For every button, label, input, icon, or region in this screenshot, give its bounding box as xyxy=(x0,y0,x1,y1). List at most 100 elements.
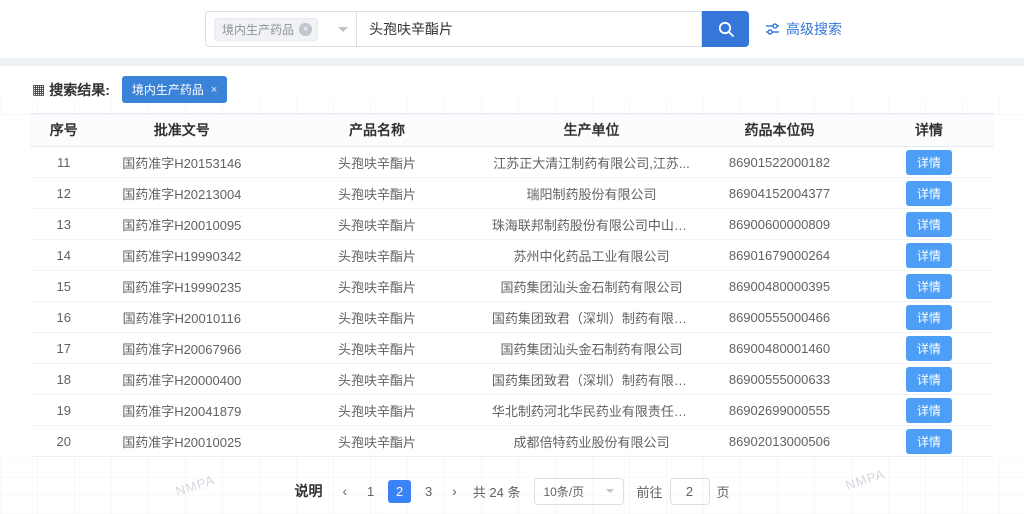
search-input[interactable] xyxy=(357,11,702,47)
detail-button[interactable]: 详情 xyxy=(906,336,952,361)
detail-button[interactable]: 详情 xyxy=(906,243,952,268)
detail-button[interactable]: 详情 xyxy=(906,367,952,392)
chevron-down-icon xyxy=(606,489,614,493)
cell-product: 头孢呋辛酯片 xyxy=(266,147,488,178)
next-page-arrow[interactable]: › xyxy=(449,483,460,499)
cell-code: 86904152004377 xyxy=(695,178,864,209)
detail-button[interactable]: 详情 xyxy=(906,181,952,206)
cell-approval: 国药准字H20041879 xyxy=(97,395,266,426)
note-label[interactable]: 说明 xyxy=(294,481,322,501)
cell-detail: 详情 xyxy=(864,364,994,395)
results-label-text: 搜索结果: xyxy=(49,80,110,100)
table-row: 15国药准字H19990235头孢呋辛酯片国药集团汕头金石制药有限公司86900… xyxy=(30,271,994,302)
column-header: 药品本位码 xyxy=(695,114,864,147)
results-table-wrap: 序号批准文号产品名称生产单位药品本位码详情 11国药准字H20153146头孢呋… xyxy=(30,113,994,457)
goto-label: 前往 xyxy=(637,482,663,501)
results-label: ▦ 搜索结果: xyxy=(32,80,110,100)
column-header: 产品名称 xyxy=(266,114,488,147)
column-header: 生产单位 xyxy=(488,114,695,147)
table-row: 20国药准字H20010025头孢呋辛酯片成都倍特药业股份有限公司8690201… xyxy=(30,426,994,457)
search-button[interactable] xyxy=(702,11,749,47)
cell-no: 13 xyxy=(30,209,97,240)
cell-no: 18 xyxy=(30,364,97,395)
cell-code: 86901679000264 xyxy=(695,240,864,271)
table-row: 19国药准字H20041879头孢呋辛酯片华北制药河北华民药业有限责任公...8… xyxy=(30,395,994,426)
cell-product: 头孢呋辛酯片 xyxy=(266,333,488,364)
cell-product: 头孢呋辛酯片 xyxy=(266,209,488,240)
search-bar: 境内生产药品 × 高级搜索 xyxy=(205,10,842,48)
advanced-search-label: 高级搜索 xyxy=(786,19,842,39)
goto-page: 前往 页 xyxy=(637,478,730,505)
pagination: 说明 ‹ 123 › 共 24 条 10条/页 前往 页 xyxy=(0,477,1024,505)
cell-no: 14 xyxy=(30,240,97,271)
cell-manufacturer: 华北制药河北华民药业有限责任公... xyxy=(488,395,695,426)
cell-code: 86902013000506 xyxy=(695,426,864,457)
page-button-2[interactable]: 2 xyxy=(388,480,411,503)
cell-manufacturer: 国药集团致君（深圳）制药有限公... xyxy=(488,302,695,333)
page-button-1[interactable]: 1 xyxy=(359,480,382,503)
filter-tag[interactable]: 境内生产药品 × xyxy=(122,76,227,103)
table-row: 12国药准字H20213004头孢呋辛酯片瑞阳制药股份有限公司869041520… xyxy=(30,178,994,209)
cell-code: 86900555000466 xyxy=(695,302,864,333)
table-header-row: 序号批准文号产品名称生产单位药品本位码详情 xyxy=(30,114,994,147)
cell-detail: 详情 xyxy=(864,271,994,302)
cell-manufacturer: 江苏正大清江制药有限公司,江苏... xyxy=(488,147,695,178)
detail-button[interactable]: 详情 xyxy=(906,274,952,299)
page-button-3[interactable]: 3 xyxy=(417,480,440,503)
sliders-icon xyxy=(765,22,780,36)
category-tag: 境内生产药品 × xyxy=(214,18,318,41)
cell-product: 头孢呋辛酯片 xyxy=(266,271,488,302)
cell-manufacturer: 珠海联邦制药股份有限公司中山分... xyxy=(488,209,695,240)
goto-page-input[interactable] xyxy=(670,478,710,505)
cell-product: 头孢呋辛酯片 xyxy=(266,364,488,395)
prev-page-arrow[interactable]: ‹ xyxy=(339,483,350,499)
cell-manufacturer: 国药集团汕头金石制药有限公司 xyxy=(488,333,695,364)
cell-code: 86900480000395 xyxy=(695,271,864,302)
page-size-value: 10条/页 xyxy=(544,483,585,500)
filter-tag-close-icon[interactable]: × xyxy=(211,84,217,96)
cell-manufacturer: 成都倍特药业股份有限公司 xyxy=(488,426,695,457)
cell-manufacturer: 苏州中化药品工业有限公司 xyxy=(488,240,695,271)
cell-no: 19 xyxy=(30,395,97,426)
column-header: 序号 xyxy=(30,114,97,147)
goto-suffix: 页 xyxy=(717,482,730,501)
cell-product: 头孢呋辛酯片 xyxy=(266,426,488,457)
cell-approval: 国药准字H20153146 xyxy=(97,147,266,178)
detail-button[interactable]: 详情 xyxy=(906,398,952,423)
cell-approval: 国药准字H19990342 xyxy=(97,240,266,271)
cell-approval: 国药准字H20000400 xyxy=(97,364,266,395)
column-header: 详情 xyxy=(864,114,994,147)
cell-code: 86900480001460 xyxy=(695,333,864,364)
total-count: 共 24 条 xyxy=(473,482,521,501)
cell-manufacturer: 瑞阳制药股份有限公司 xyxy=(488,178,695,209)
table-body: 11国药准字H20153146头孢呋辛酯片江苏正大清江制药有限公司,江苏...8… xyxy=(30,147,994,457)
cell-manufacturer: 国药集团致君（深圳）制药有限公... xyxy=(488,364,695,395)
advanced-search-link[interactable]: 高级搜索 xyxy=(765,19,842,39)
detail-button[interactable]: 详情 xyxy=(906,429,952,454)
section-divider xyxy=(0,58,1024,66)
cell-product: 头孢呋辛酯片 xyxy=(266,178,488,209)
chevron-down-icon xyxy=(338,27,348,32)
detail-button[interactable]: 详情 xyxy=(906,150,952,175)
detail-button[interactable]: 详情 xyxy=(906,305,952,330)
table-row: 17国药准字H20067966头孢呋辛酯片国药集团汕头金石制药有限公司86900… xyxy=(30,333,994,364)
page-size-select[interactable]: 10条/页 xyxy=(534,478,624,505)
grid-icon: ▦ xyxy=(32,81,45,98)
cell-detail: 详情 xyxy=(864,178,994,209)
cell-no: 15 xyxy=(30,271,97,302)
cell-no: 11 xyxy=(30,147,97,178)
cell-approval: 国药准字H19990235 xyxy=(97,271,266,302)
detail-button[interactable]: 详情 xyxy=(906,212,952,237)
cell-code: 86900555000633 xyxy=(695,364,864,395)
category-tag-close-icon[interactable]: × xyxy=(299,23,312,36)
cell-detail: 详情 xyxy=(864,147,994,178)
cell-detail: 详情 xyxy=(864,395,994,426)
column-header: 批准文号 xyxy=(97,114,266,147)
table-row: 16国药准字H20010116头孢呋辛酯片国药集团致君（深圳）制药有限公...8… xyxy=(30,302,994,333)
table-row: 14国药准字H19990342头孢呋辛酯片苏州中化药品工业有限公司8690167… xyxy=(30,240,994,271)
category-select[interactable]: 境内生产药品 × xyxy=(205,11,357,47)
cell-no: 16 xyxy=(30,302,97,333)
category-tag-label: 境内生产药品 xyxy=(222,21,294,38)
cell-detail: 详情 xyxy=(864,302,994,333)
results-table: 序号批准文号产品名称生产单位药品本位码详情 11国药准字H20153146头孢呋… xyxy=(30,113,994,457)
